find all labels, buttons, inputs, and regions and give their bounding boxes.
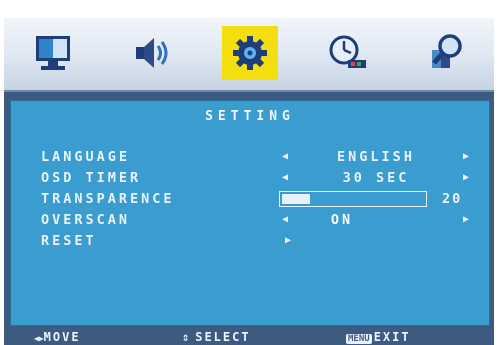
tab-picture[interactable]: [26, 26, 82, 80]
osd-menu: SETTING LANGUAGE ◀ ENGLISH ▶ OSD TIMER ◀…: [4, 18, 494, 345]
arrow-right-icon[interactable]: ▶: [463, 210, 469, 230]
row-value: 30 SEC: [342, 170, 410, 186]
arrow-right-icon[interactable]: ▶: [463, 168, 469, 188]
tab-setting[interactable]: [222, 26, 278, 80]
exit-hint: MENU EXIT: [346, 330, 411, 344]
row-label: RESET: [41, 233, 97, 249]
arrow-left-icon[interactable]: ◀: [282, 168, 288, 188]
row-reset[interactable]: RESET ▶: [11, 231, 489, 251]
settings-panel: SETTING LANGUAGE ◀ ENGLISH ▶ OSD TIMER ◀…: [10, 100, 490, 326]
arrow-left-icon[interactable]: ◀: [282, 147, 288, 167]
row-label: OSD TIMER: [41, 170, 142, 186]
up-down-arrows-icon: ⇕: [182, 330, 192, 344]
row-transparence[interactable]: TRANSPARENCE 20: [11, 189, 489, 209]
row-label: LANGUAGE: [41, 149, 131, 165]
menu-key-badge: MENU: [346, 334, 372, 344]
row-overscan[interactable]: OVERSCAN ◀ ON ▶: [11, 210, 489, 230]
select-hint: ⇕ SELECT: [182, 330, 251, 344]
panel-title: SETTING: [205, 109, 295, 124]
clock-icon: [329, 35, 366, 68]
row-label: OVERSCAN: [41, 212, 131, 228]
tab-bar: [4, 18, 494, 92]
row-value: ON: [330, 212, 354, 228]
speaker-icon: [136, 38, 168, 68]
row-osd-timer[interactable]: OSD TIMER ◀ 30 SEC ▶: [11, 168, 489, 188]
transparence-slider[interactable]: [279, 191, 427, 207]
move-hint: ◀▶MOVE: [34, 330, 81, 344]
slider-value: 20: [442, 191, 463, 207]
monitor-icon: [36, 36, 70, 70]
left-right-arrows-icon: ◀▶: [34, 334, 44, 343]
footer-hints: ◀▶MOVE ⇕ SELECT MENU EXIT: [4, 329, 494, 345]
arrow-left-icon[interactable]: ◀: [282, 210, 288, 230]
arrow-right-icon[interactable]: ▶: [463, 147, 469, 167]
arrow-right-icon[interactable]: ▶: [285, 231, 291, 251]
row-label: TRANSPARENCE: [41, 191, 175, 207]
tab-audio[interactable]: [124, 26, 180, 80]
gear-icon: [233, 36, 267, 70]
magnifier-icon: [432, 34, 462, 68]
select-label: SELECT: [195, 330, 251, 344]
row-value: ENGLISH: [337, 149, 415, 165]
tab-time[interactable]: [320, 26, 376, 80]
slider-fill: [282, 194, 311, 204]
row-language[interactable]: LANGUAGE ◀ ENGLISH ▶: [11, 147, 489, 167]
move-label: MOVE: [43, 330, 81, 344]
tab-info[interactable]: [418, 26, 474, 80]
exit-label: EXIT: [373, 330, 411, 344]
